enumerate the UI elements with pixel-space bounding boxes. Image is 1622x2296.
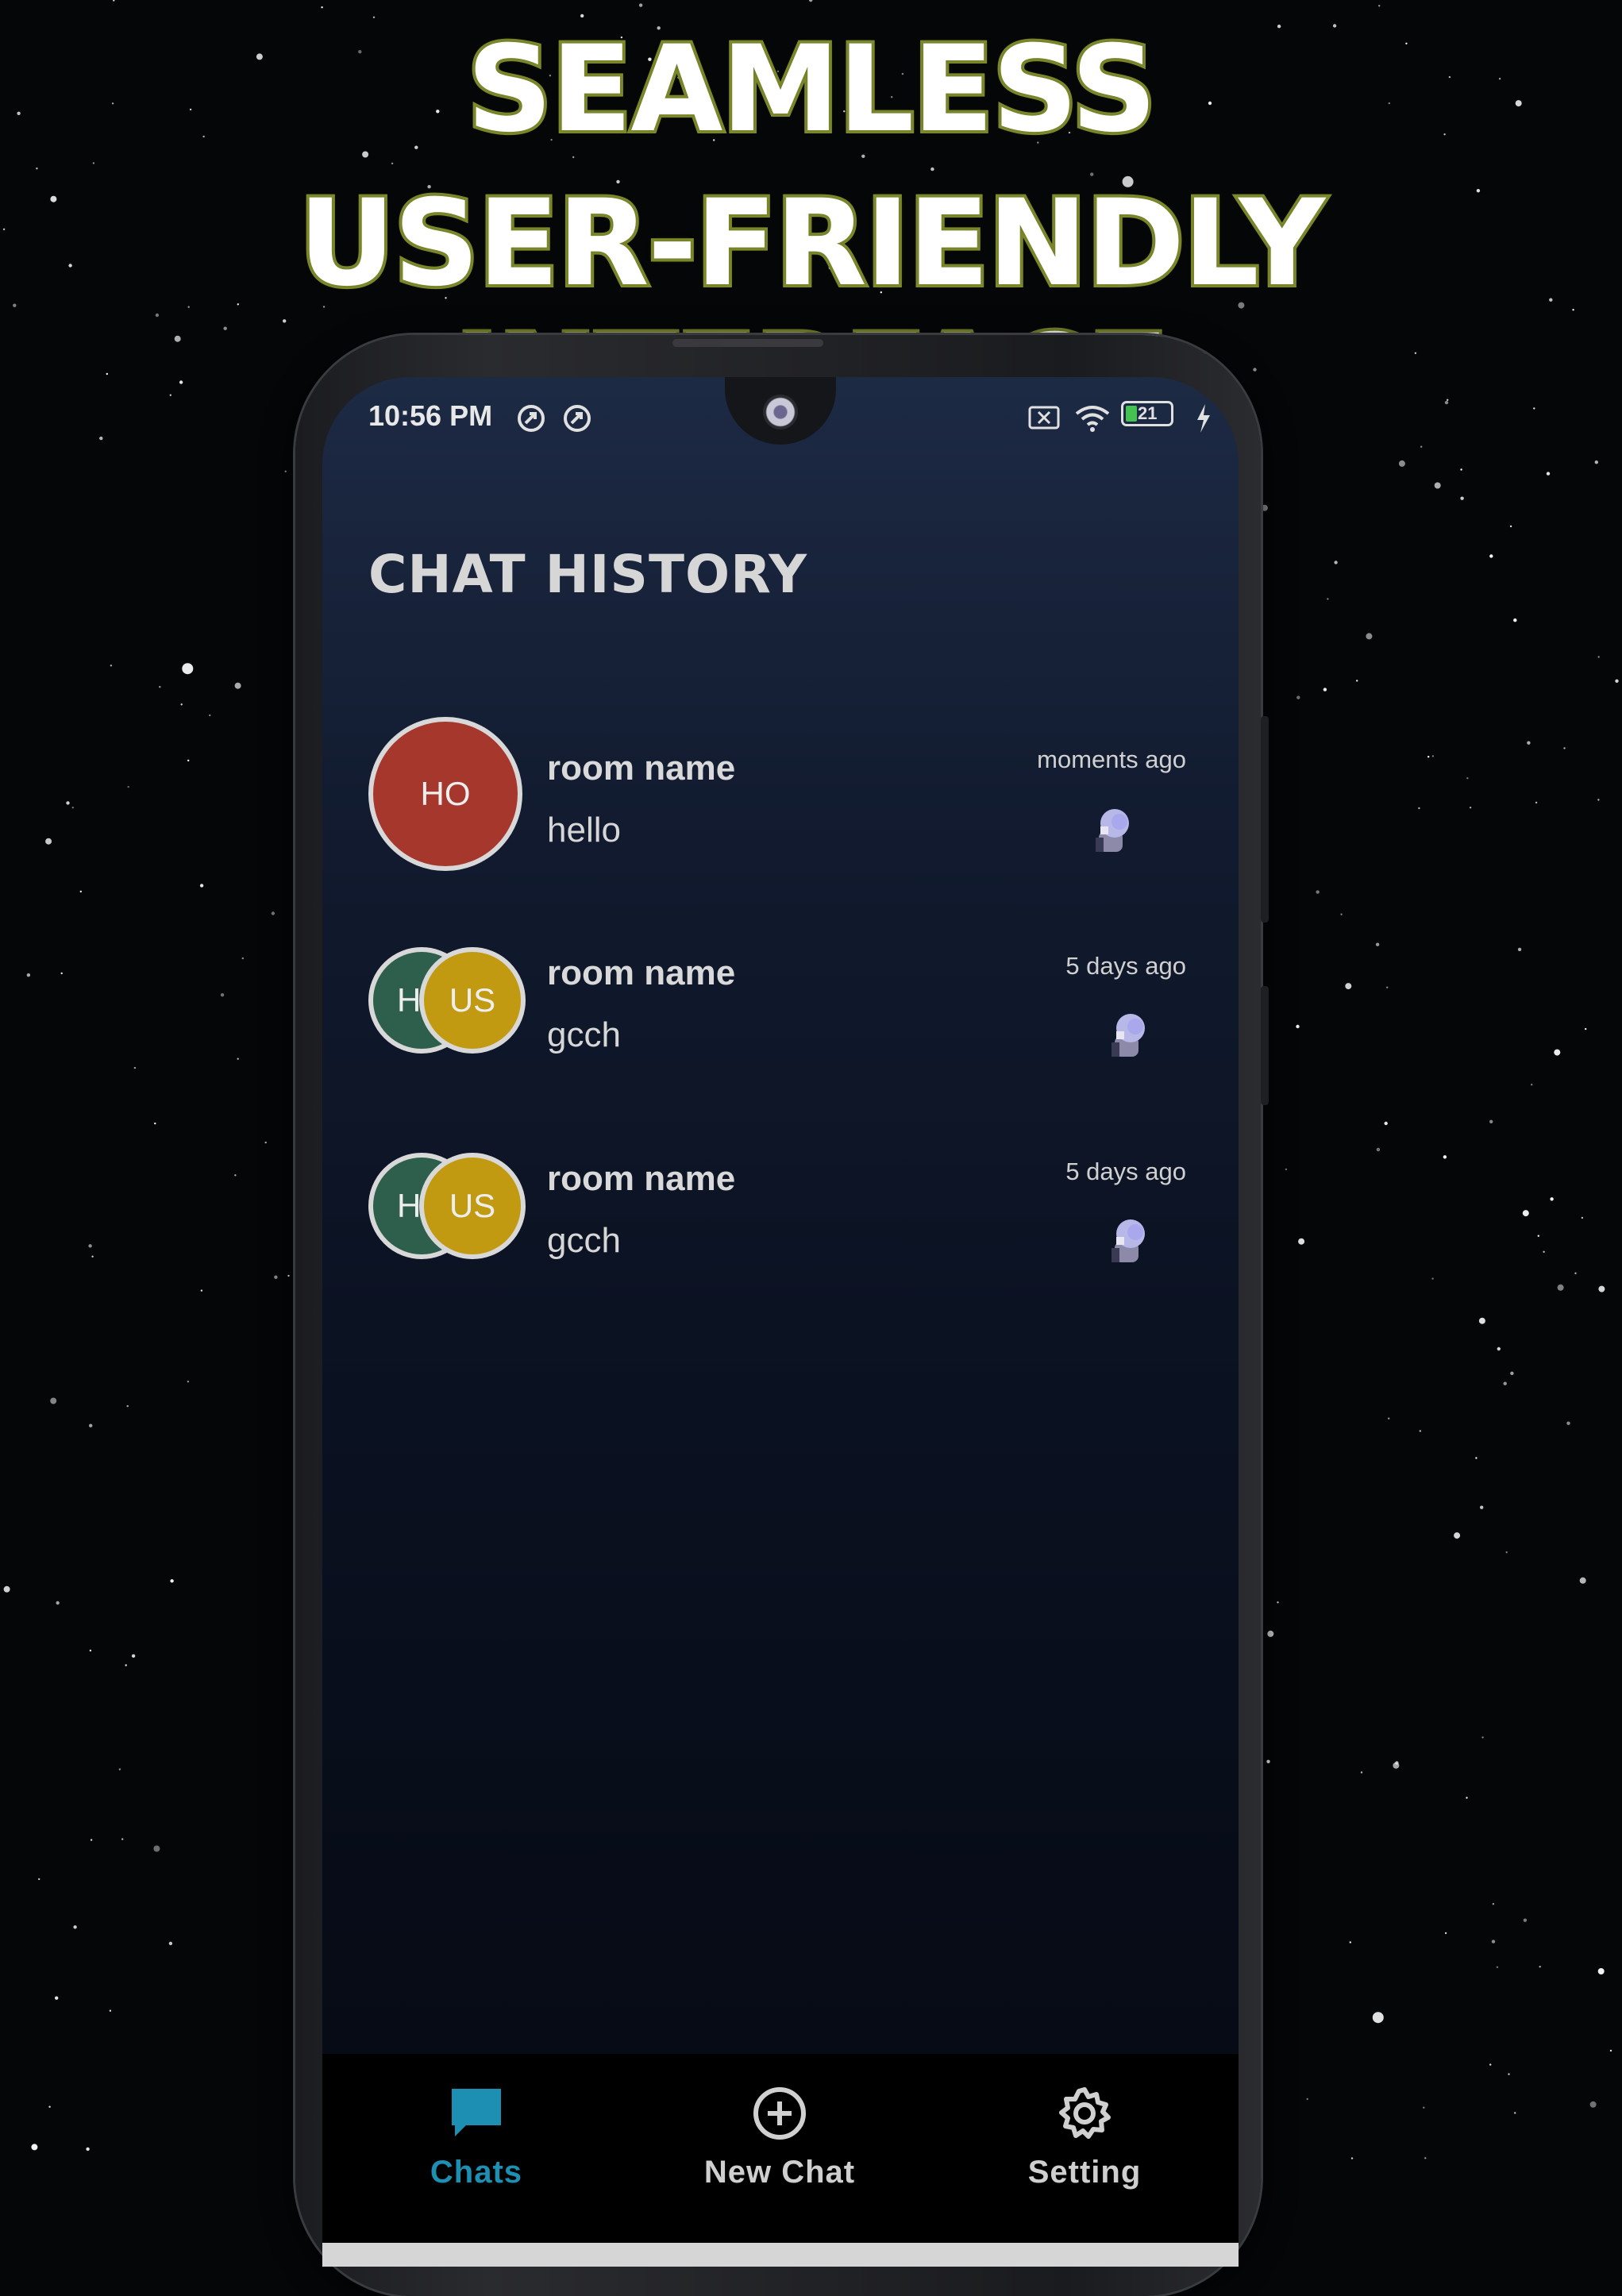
chat-bubble-icon [452, 2089, 501, 2136]
time-ago: 5 days ago [1065, 1158, 1186, 1185]
wifi-icon [1075, 406, 1110, 432]
chat-list-item[interactable]: H US room name gcch 5 days ago [368, 1153, 1186, 1312]
chat-list-item[interactable]: HO room name hello moments ago [368, 717, 1186, 876]
last-message: gcch [547, 1221, 621, 1260]
headline-line-1: SEAMLESS [464, 19, 1160, 160]
nav-new-chat-label: New Chat [703, 2155, 856, 2190]
charging-icon [1197, 404, 1210, 433]
participant-avatar-icon [1112, 1219, 1145, 1262]
battery-level: 21 [1138, 403, 1158, 423]
time-ago: 5 days ago [1065, 952, 1186, 980]
nav-setting[interactable]: Setting [965, 2086, 1204, 2190]
sync-icon [564, 405, 591, 432]
system-gesture-bar [322, 2243, 1239, 2267]
member-avatar: US [419, 1153, 526, 1259]
nav-chats-label: Chats [430, 2155, 523, 2190]
speaker-grill [672, 339, 823, 347]
room-avatar: HO [368, 717, 522, 871]
time-ago: moments ago [1037, 745, 1186, 773]
last-message: gcch [547, 1015, 621, 1054]
phone-screen: 10:56 PM 21 CHAT HISTORY HO room name he… [322, 377, 1239, 2267]
power-button [1261, 986, 1269, 1105]
sync-icon [518, 405, 545, 432]
nav-setting-label: Setting [1027, 2155, 1142, 2190]
gear-icon [1059, 2087, 1111, 2139]
no-sim-icon [1028, 406, 1060, 430]
battery-icon: 21 [1121, 401, 1173, 426]
nav-chats[interactable]: Chats [357, 2086, 595, 2190]
volume-button [1261, 716, 1269, 923]
last-message: hello [547, 811, 621, 849]
add-circle-icon [753, 2087, 806, 2140]
nav-new-chat[interactable]: New Chat [661, 2086, 899, 2190]
bottom-navigation: Chats New Chat Setting [322, 2054, 1239, 2267]
participant-avatar-icon [1096, 809, 1129, 852]
participant-avatar-icon [1112, 1014, 1145, 1057]
room-name: room name [547, 749, 736, 788]
status-bar: 10:56 PM 21 [368, 391, 1210, 439]
status-time: 10:56 PM [368, 399, 493, 432]
page-title: CHAT HISTORY [368, 544, 808, 605]
member-avatar: US [419, 947, 526, 1054]
room-name: room name [547, 953, 736, 992]
room-name: room name [547, 1159, 736, 1198]
chat-list-item[interactable]: H US room name gcch 5 days ago [368, 947, 1186, 1106]
